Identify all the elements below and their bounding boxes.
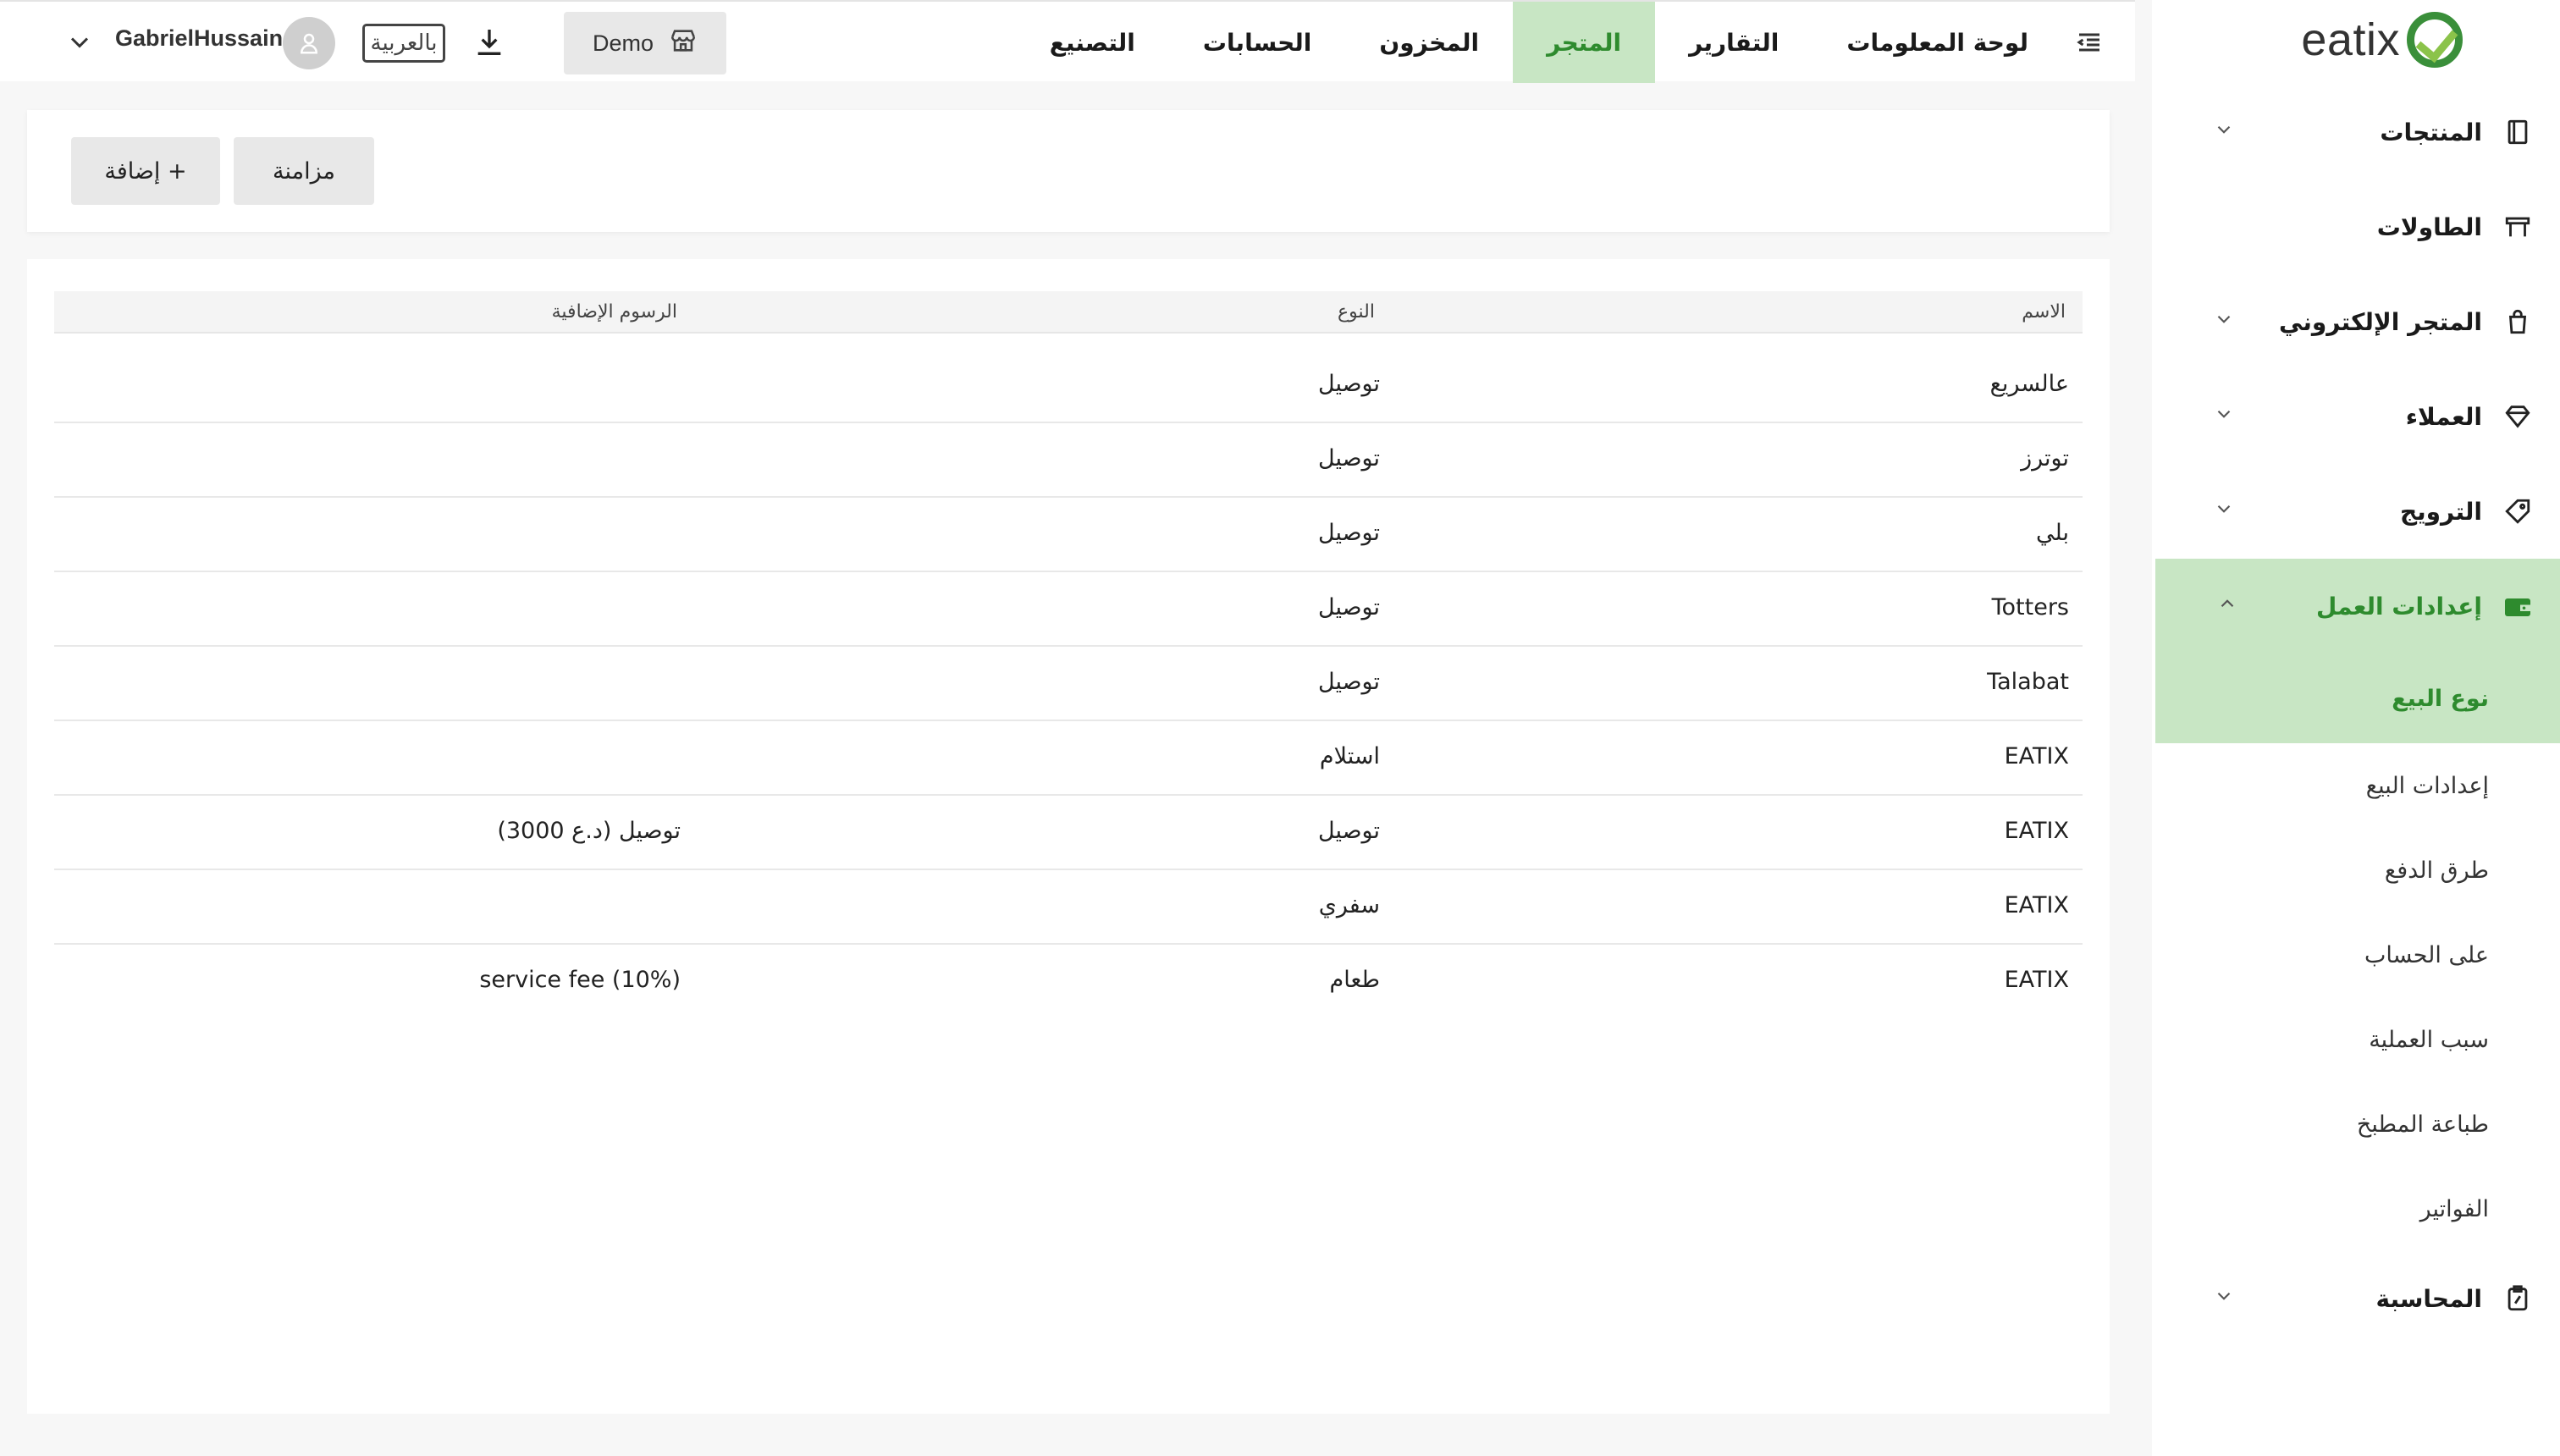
subitem-payment-methods[interactable]: طرق الدفع	[2155, 828, 2560, 913]
top-nav: لوحة المعلومات التقارير المتجر المخزون ا…	[1016, 2, 2116, 83]
tag-icon	[2501, 494, 2535, 528]
sidebar-item-label: إعدادات العمل	[2315, 592, 2482, 620]
username[interactable]: GabrielHussain	[115, 25, 283, 52]
table-row[interactable]: EATIX سفري	[54, 870, 2083, 945]
subitem-on-account[interactable]: على الحساب	[2155, 913, 2560, 997]
chevron-down-icon[interactable]	[64, 27, 95, 58]
subitem-sale-type[interactable]: نوع البيع	[2155, 654, 2560, 743]
logo-text: eatix	[2301, 14, 2400, 65]
sidebar-item-products[interactable]: المنتجات	[2152, 85, 2560, 179]
download-icon[interactable]	[472, 25, 506, 59]
business-settings-submenu: نوع البيع إعدادات البيع طرق الدفع على ال…	[2155, 654, 2560, 1251]
sidebar-item-label: المتجر الإلكتروني	[2279, 307, 2482, 336]
tab-accounts[interactable]: الحسابات	[1169, 2, 1345, 83]
sidebar-item-promotion[interactable]: الترويج	[2152, 464, 2560, 559]
clipboard-icon	[2501, 1282, 2535, 1315]
sidebar-item-business-settings[interactable]: إعدادات العمل	[2155, 559, 2560, 654]
table-row[interactable]: EATIX توصيل توصيل (د.ع 3000)	[54, 796, 2083, 870]
chevron-down-icon[interactable]	[2213, 119, 2235, 146]
cell-type: توصيل	[1318, 594, 1380, 620]
logo-check-icon	[2407, 12, 2463, 68]
cell-type: توصيل	[1318, 445, 1380, 472]
tab-dashboard[interactable]: لوحة المعلومات	[1812, 2, 2062, 83]
sidebar-menu: المنتجات الطاولات المتجر الإلكتروني العم…	[2152, 85, 2560, 1346]
tab-manufacturing[interactable]: التصنيع	[1016, 2, 1169, 83]
subitem-invoices[interactable]: الفواتير	[2155, 1166, 2560, 1251]
tab-store[interactable]: المتجر	[1513, 2, 1656, 83]
cell-type: استلام	[1319, 743, 1380, 769]
shopping-bag-icon	[2501, 305, 2535, 339]
store-icon	[669, 26, 698, 61]
top-bar: لوحة المعلومات التقارير المتجر المخزون ا…	[0, 0, 2135, 83]
cell-fee: service fee (10%)	[479, 967, 681, 993]
sidebar-item-label: العملاء	[2405, 402, 2482, 431]
wallet-icon	[2501, 589, 2535, 623]
cell-type: طعام	[1329, 967, 1380, 993]
sidebar-item-label: المحاسبة	[2375, 1284, 2482, 1313]
cell-name: EATIX	[2004, 818, 2069, 844]
sidebar-item-accounting[interactable]: المحاسبة	[2152, 1251, 2560, 1346]
cell-name: بلي	[2036, 520, 2069, 546]
diamond-icon	[2501, 400, 2535, 433]
sidebar: eatix المنتجات الطاولات المتجر الإلكترون…	[2152, 0, 2560, 1456]
cell-name: Totters	[1991, 594, 2069, 620]
table-body: عالسريع توصيل توترز توصيل بلي توصيل Tott…	[54, 349, 2083, 1019]
subitem-operation-reason[interactable]: سبب العملية	[2155, 997, 2560, 1082]
table-row[interactable]: EATIX استلام	[54, 721, 2083, 796]
subitem-kitchen-printing[interactable]: طباعة المطبخ	[2155, 1082, 2560, 1166]
sidebar-item-label: المنتجات	[2380, 118, 2482, 146]
cell-type: توصيل	[1318, 669, 1380, 695]
table-row[interactable]: بلي توصيل	[54, 498, 2083, 572]
chevron-down-icon[interactable]	[2213, 1285, 2235, 1312]
cell-type: سفري	[1318, 892, 1380, 918]
table-icon	[2501, 210, 2535, 244]
sidebar-item-label: الطاولات	[2376, 212, 2482, 241]
subitem-sale-settings[interactable]: إعدادات البيع	[2155, 743, 2560, 828]
menu-toggle-icon[interactable]	[2062, 2, 2116, 83]
table-row[interactable]: EATIX طعام service fee (10%)	[54, 945, 2083, 1019]
sidebar-item-online-store[interactable]: المتجر الإلكتروني	[2152, 274, 2560, 369]
table-row[interactable]: Talabat توصيل	[54, 647, 2083, 721]
sale-types-table: الاسم النوع الرسوم الإضافية عالسريع توصي…	[27, 259, 2110, 1414]
sidebar-item-label: الترويج	[2399, 497, 2482, 526]
table-row[interactable]: Totters توصيل	[54, 572, 2083, 647]
add-button[interactable]: + إضافة	[71, 137, 220, 205]
logo[interactable]: eatix	[2301, 12, 2463, 68]
tab-inventory[interactable]: المخزون	[1345, 2, 1513, 83]
cell-fee: توصيل (د.ع 3000)	[497, 818, 681, 844]
chevron-up-icon[interactable]	[2216, 593, 2238, 620]
sync-button[interactable]: مزامنة	[234, 137, 374, 205]
table-row[interactable]: توترز توصيل	[54, 423, 2083, 498]
sidebar-item-customers[interactable]: العملاء	[2152, 369, 2560, 464]
language-switch-button[interactable]: بالعربية	[362, 24, 445, 63]
cell-name: EATIX	[2004, 967, 2069, 993]
table-header: الاسم النوع الرسوم الإضافية	[54, 291, 2083, 334]
cell-type: توصيل	[1318, 818, 1380, 844]
column-header-name[interactable]: الاسم	[2022, 301, 2066, 323]
cell-name: توترز	[2021, 445, 2069, 472]
cell-type: توصيل	[1318, 371, 1380, 397]
book-icon	[2501, 115, 2535, 149]
table-row[interactable]: عالسريع توصيل	[54, 349, 2083, 423]
store-name: Demo	[592, 30, 654, 56]
chevron-down-icon[interactable]	[2213, 403, 2235, 430]
cell-name: EATIX	[2004, 743, 2069, 769]
cell-type: توصيل	[1318, 520, 1380, 546]
cell-name: Talabat	[1987, 669, 2069, 695]
actions-card: مزامنة + إضافة	[27, 110, 2110, 232]
avatar[interactable]	[283, 17, 335, 69]
column-header-type[interactable]: النوع	[1338, 301, 1375, 323]
chevron-down-icon[interactable]	[2213, 498, 2235, 525]
tab-reports[interactable]: التقارير	[1655, 2, 1812, 83]
cell-name: عالسريع	[1989, 371, 2069, 397]
column-header-fee[interactable]: الرسوم الإضافية	[552, 301, 677, 323]
store-selector-button[interactable]: Demo	[564, 12, 726, 74]
cell-name: EATIX	[2004, 892, 2069, 918]
chevron-down-icon[interactable]	[2213, 308, 2235, 335]
sidebar-item-tables[interactable]: الطاولات	[2152, 179, 2560, 274]
